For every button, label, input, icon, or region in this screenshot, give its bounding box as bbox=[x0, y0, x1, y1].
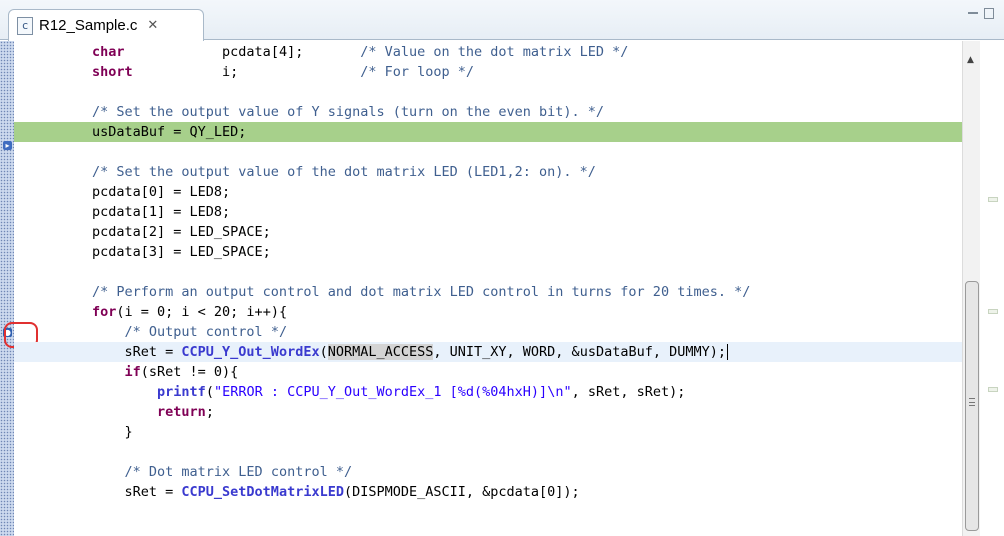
code-token: printf bbox=[157, 384, 206, 400]
code-text: return; bbox=[92, 402, 214, 422]
code-line[interactable]: /* Perform an output control and dot mat… bbox=[14, 282, 962, 302]
code-text: } bbox=[92, 422, 133, 442]
scroll-thumb[interactable] bbox=[965, 281, 979, 531]
code-token: "ERROR : CCPU_Y_Out_WordEx_1 [%d(%04hxH)… bbox=[213, 384, 572, 400]
code-token: /* Perform an output control and dot mat… bbox=[92, 284, 751, 300]
code-text: /* Output control */ bbox=[92, 322, 288, 342]
grip-icon bbox=[969, 398, 975, 406]
overview-mark[interactable] bbox=[988, 197, 998, 202]
code-token: (DISPMODE_ASCII, &pcdata[0]); bbox=[343, 484, 580, 500]
code-line[interactable]: /* Set the output value of Y signals (tu… bbox=[14, 102, 962, 122]
code-text: for(i = 0; i < 20; i++){ bbox=[92, 302, 287, 322]
code-token: NORMAL_ACCESS bbox=[327, 344, 434, 360]
code-line[interactable]: /* Dot matrix LED control */ bbox=[14, 462, 962, 482]
code-text: /* Set the output value of the dot matri… bbox=[92, 162, 596, 182]
code-token: if bbox=[124, 364, 141, 380]
vertical-scrollbar[interactable]: ▲ bbox=[962, 41, 980, 536]
code-text: pcdata[2] = LED_SPACE; bbox=[92, 222, 271, 242]
code-line[interactable]: usDataBuf = QY_LED; bbox=[14, 122, 962, 142]
editor-tab-bar: c R12_Sample.c ✕ bbox=[0, 0, 1004, 41]
code-token: sRet = bbox=[92, 344, 182, 360]
code-line[interactable]: /* Output control */ bbox=[14, 322, 962, 342]
code-token: ( bbox=[205, 384, 214, 400]
overview-mark[interactable] bbox=[988, 309, 998, 314]
code-text: printf("ERROR : CCPU_Y_Out_WordEx_1 [%d(… bbox=[92, 382, 685, 402]
code-token: /* Value on the dot matrix LED */ bbox=[360, 44, 629, 60]
overview-mark[interactable] bbox=[988, 387, 998, 392]
code-text: char pcdata[4]; /* Value on the dot matr… bbox=[92, 42, 628, 62]
close-icon[interactable]: ✕ bbox=[147, 18, 158, 33]
code-token: pcdata[2] = LED_SPACE; bbox=[92, 224, 271, 240]
code-token: i; bbox=[132, 64, 361, 80]
code-token: sRet = bbox=[92, 484, 182, 500]
vertical-ruler[interactable]: ▸ ● bbox=[0, 41, 14, 536]
code-text: /* Perform an output control and dot mat… bbox=[92, 282, 750, 302]
code-line[interactable]: if(sRet != 0){ bbox=[14, 362, 962, 382]
code-token: return bbox=[157, 404, 206, 420]
program-counter-icon: ▸ bbox=[3, 141, 12, 150]
code-line[interactable]: pcdata[0] = LED8; bbox=[14, 182, 962, 202]
code-text: pcdata[3] = LED_SPACE; bbox=[92, 242, 271, 262]
code-token: pcdata[0] = LED8; bbox=[92, 184, 231, 200]
code-token: /* Set the output value of the dot matri… bbox=[92, 164, 596, 180]
code-token: , sRet, sRet); bbox=[571, 384, 686, 400]
code-line[interactable]: pcdata[3] = LED_SPACE; bbox=[14, 242, 962, 262]
code-token: short bbox=[92, 64, 133, 80]
code-token: CCPU_Y_Out_WordEx bbox=[181, 344, 320, 360]
code-text: /* Dot matrix LED control */ bbox=[92, 462, 353, 482]
code-text: pcdata[0] = LED8; bbox=[92, 182, 230, 202]
code-line[interactable]: for(i = 0; i < 20; i++){ bbox=[14, 302, 962, 322]
code-line[interactable]: sRet = CCPU_Y_Out_WordEx(NORMAL_ACCESS, … bbox=[14, 342, 962, 362]
code-token: pcdata[4]; bbox=[124, 44, 361, 60]
code-token: usDataBuf = QY_LED; bbox=[92, 124, 247, 140]
code-token: (i = 0; i < 20; i++){ bbox=[116, 304, 288, 320]
code-text: pcdata[1] = LED8; bbox=[92, 202, 230, 222]
overview-ruler[interactable] bbox=[980, 41, 1004, 536]
code-token: ; bbox=[205, 404, 214, 420]
code-token: pcdata[1] = LED8; bbox=[92, 204, 231, 220]
code-line[interactable]: sRet = CCPU_SetDotMatrixLED(DISPMODE_ASC… bbox=[14, 482, 962, 502]
code-line[interactable]: pcdata[1] = LED8; bbox=[14, 202, 962, 222]
code-line[interactable]: return; bbox=[14, 402, 962, 422]
tab-label: R12_Sample.c bbox=[39, 17, 138, 34]
code-text: sRet = CCPU_SetDotMatrixLED(DISPMODE_ASC… bbox=[92, 482, 580, 502]
code-token: (sRet != 0){ bbox=[140, 364, 239, 380]
minimize-icon[interactable] bbox=[968, 12, 978, 21]
code-text: short i; /* For loop */ bbox=[92, 62, 474, 82]
code-token: ( bbox=[319, 344, 328, 360]
code-editor[interactable]: char pcdata[4]; /* Value on the dot matr… bbox=[14, 41, 962, 536]
code-text: /* Set the output value of Y signals (tu… bbox=[92, 102, 604, 122]
tab-r12-sample-c[interactable]: c R12_Sample.c ✕ bbox=[8, 9, 204, 41]
code-token: char bbox=[92, 44, 125, 60]
code-line[interactable]: } bbox=[14, 422, 962, 442]
text-caret bbox=[727, 344, 728, 360]
code-token: for bbox=[92, 304, 117, 320]
code-token: , UNIT_XY, WORD, &usDataBuf, DUMMY); bbox=[433, 344, 726, 360]
code-token: } bbox=[92, 424, 133, 440]
code-token: /* Output control */ bbox=[124, 324, 288, 340]
code-line[interactable]: printf("ERROR : CCPU_Y_Out_WordEx_1 [%d(… bbox=[14, 382, 962, 402]
code-line[interactable]: char pcdata[4]; /* Value on the dot matr… bbox=[14, 42, 962, 62]
maximize-icon[interactable] bbox=[984, 8, 994, 19]
scroll-up-arrow-icon[interactable]: ▲ bbox=[967, 55, 974, 65]
code-token: /* Set the output value of Y signals (tu… bbox=[92, 104, 605, 120]
code-line[interactable]: pcdata[2] = LED_SPACE; bbox=[14, 222, 962, 242]
code-text: usDataBuf = QY_LED; bbox=[92, 122, 246, 142]
code-token: pcdata[3] = LED_SPACE; bbox=[92, 244, 271, 260]
code-token: /* Dot matrix LED control */ bbox=[124, 464, 353, 480]
code-token: CCPU_SetDotMatrixLED bbox=[181, 484, 344, 500]
code-token: /* For loop */ bbox=[360, 64, 475, 80]
code-text: sRet = CCPU_Y_Out_WordEx(NORMAL_ACCESS, … bbox=[92, 342, 728, 362]
code-text: if(sRet != 0){ bbox=[92, 362, 239, 382]
code-line[interactable]: short i; /* For loop */ bbox=[14, 62, 962, 82]
window-controls bbox=[968, 8, 994, 21]
code-line[interactable]: /* Set the output value of the dot matri… bbox=[14, 162, 962, 182]
c-file-icon: c bbox=[17, 16, 33, 35]
